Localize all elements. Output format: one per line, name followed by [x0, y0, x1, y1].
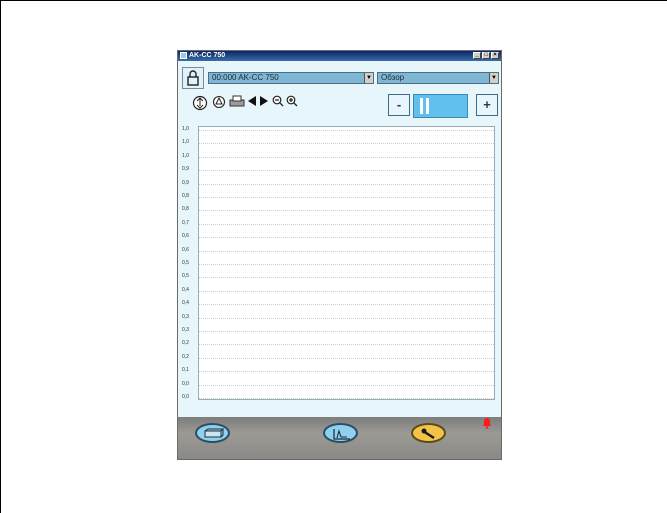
zoom-in-icon[interactable]: [286, 95, 298, 107]
page-border-top: [0, 0, 667, 1]
y-tick-label: 0,4: [182, 286, 189, 293]
chevron-down-icon[interactable]: ▼: [489, 73, 498, 83]
maximize-button[interactable]: □: [482, 52, 490, 59]
y-tick-label: 1,0: [182, 139, 189, 146]
app-icon: [180, 52, 187, 59]
y-tick-label: 1,0: [182, 126, 189, 132]
bottom-bar: [178, 417, 501, 459]
grid-line: [199, 398, 494, 399]
scroll-left-icon[interactable]: [247, 95, 257, 107]
device-icon: [204, 428, 224, 438]
grid-line: [199, 130, 494, 131]
y-tick-label: 0,9: [182, 166, 189, 173]
chevron-down-icon[interactable]: ▼: [364, 73, 373, 83]
view-select[interactable]: Обзор ▼: [377, 72, 499, 84]
sensor-icon[interactable]: [212, 95, 226, 109]
grid-line: [199, 304, 494, 306]
y-tick-label: 0,6: [182, 246, 189, 253]
grid-line: [199, 277, 494, 279]
service-icon: [421, 428, 435, 440]
y-tick-label: 0,7: [182, 219, 189, 226]
y-tick-label: 0,5: [182, 273, 189, 280]
window-title: AK-CC 750: [189, 52, 226, 59]
grid-line: [199, 371, 494, 373]
grid-line: [199, 317, 494, 319]
print-icon[interactable]: [229, 95, 245, 108]
grid-line: [199, 170, 494, 172]
minimize-button[interactable]: _: [473, 52, 481, 59]
graph-view-button[interactable]: [323, 423, 358, 443]
y-tick-label: 0,1: [182, 367, 189, 374]
page-prev-button[interactable]: -: [388, 94, 410, 116]
y-tick-label: 0,3: [182, 327, 189, 333]
device-view-button[interactable]: [195, 423, 230, 443]
service-button[interactable]: [411, 423, 446, 443]
y-tick-label: 0,0: [182, 394, 189, 400]
y-tick-label: 0,3: [182, 313, 189, 320]
y-tick-label: 0,6: [182, 233, 189, 240]
y-tick-label: 0,8: [182, 193, 189, 199]
y-tick-label: 0,5: [182, 260, 189, 266]
y-tick-label: 0,8: [182, 206, 189, 213]
y-tick-label: 1,0: [182, 152, 189, 159]
grid-line: [199, 344, 494, 346]
grid-line: [199, 331, 494, 332]
grid-line: [199, 210, 494, 212]
grid-line: [199, 183, 494, 185]
grid-line: [199, 250, 494, 252]
app-window: AK-CC 750 _ □ × 00:000 AK-CC 750 ▼ Обзор…: [177, 50, 502, 460]
grid-line: [199, 384, 494, 386]
grid-line: [199, 237, 494, 239]
grid-line: [199, 264, 494, 265]
y-tick-label: 0,9: [182, 179, 189, 186]
grid-line: [199, 197, 494, 198]
graph-icon: [333, 429, 350, 440]
lock-button[interactable]: [182, 67, 204, 89]
grid-line: [199, 223, 494, 225]
view-select-value: Обзор: [381, 73, 405, 82]
device-select[interactable]: 00:000 AK-CC 750 ▼: [208, 72, 374, 84]
page-indicator-bar: [420, 98, 423, 114]
y-tick-label: 0,2: [182, 340, 189, 347]
page-indicator-bar: [426, 98, 429, 114]
chart-plot-area[interactable]: [198, 126, 495, 400]
grid-line: [199, 290, 494, 292]
page-indicator: [413, 94, 468, 118]
y-tick-label: 0,2: [182, 353, 189, 360]
grid-line: [199, 156, 494, 158]
y-tick-label: 0,0: [182, 380, 189, 387]
close-button[interactable]: ×: [491, 52, 499, 59]
page-border-left: [0, 0, 1, 513]
device-select-value: 00:000 AK-CC 750: [212, 73, 279, 82]
title-bar[interactable]: AK-CC 750 _ □ ×: [178, 51, 501, 61]
scroll-right-icon[interactable]: [259, 95, 269, 107]
y-tick-label: 0,4: [182, 300, 189, 307]
grid-line: [199, 143, 494, 145]
lock-icon: [187, 70, 199, 86]
alarm-bell-icon[interactable]: [482, 417, 492, 429]
zoom-out-icon[interactable]: [272, 95, 284, 107]
grid-line: [199, 357, 494, 359]
page-next-button[interactable]: +: [476, 94, 498, 116]
refresh-icon[interactable]: [192, 95, 208, 111]
